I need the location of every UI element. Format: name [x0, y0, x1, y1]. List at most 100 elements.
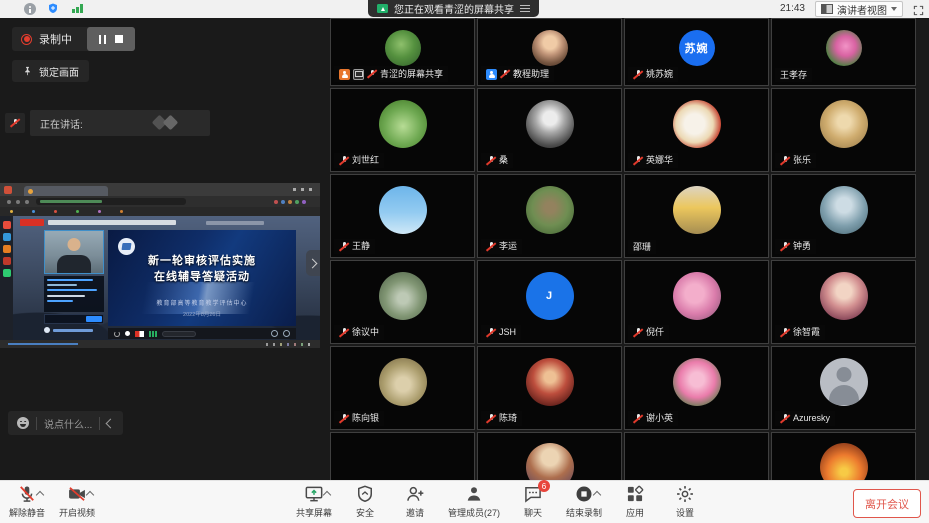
- mic-muted-icon: [339, 414, 349, 424]
- leave-meeting-button[interactable]: 离开会议: [853, 489, 921, 518]
- manage-members-button[interactable]: 管理成员(27): [445, 483, 503, 519]
- speaking-indicator: 正在讲话:: [5, 110, 210, 136]
- emoji-icon[interactable]: [17, 417, 29, 429]
- participant-tile[interactable]: 青涩的屏幕共享: [330, 18, 475, 86]
- participant-tile[interactable]: [624, 432, 769, 480]
- security-shield-icon[interactable]: [47, 2, 59, 20]
- participant-tile[interactable]: 钟勇: [771, 174, 916, 258]
- participant-tile[interactable]: 徐智霞: [771, 260, 916, 344]
- share-screen-button[interactable]: 共享屏幕: [293, 483, 335, 519]
- participant-tile[interactable]: Azuresky: [771, 346, 916, 430]
- mic-muted-icon: [486, 414, 496, 424]
- slide-subtitle: 教育部高等教育教学评估中心: [108, 298, 296, 307]
- slide-title-line1: 新一轮审核评估实施: [108, 252, 296, 268]
- invite-button[interactable]: 邀请: [395, 483, 435, 519]
- participant-tile[interactable]: 英娜华: [624, 88, 769, 172]
- lock-view-button[interactable]: 锁定画面: [12, 60, 89, 82]
- invite-icon: [405, 484, 425, 504]
- screen-share-banner[interactable]: 您正在观看青涩的屏幕共享: [368, 0, 539, 17]
- panel-expand-handle[interactable]: [306, 250, 320, 276]
- participant-tile[interactable]: 教程助理: [477, 18, 622, 86]
- settings-button[interactable]: 设置: [665, 483, 705, 519]
- stop-record-button[interactable]: 结束录制: [563, 483, 605, 519]
- participant-tile[interactable]: [477, 432, 622, 480]
- mic-muted-icon: [780, 242, 790, 252]
- menu-list-icon[interactable]: [520, 5, 530, 7]
- participant-tile[interactable]: 谢小英: [624, 346, 769, 430]
- browser-tab-bar: [0, 183, 320, 196]
- participant-name-label: 姚苏婉: [628, 67, 678, 82]
- chat-unread-badge: 6: [538, 480, 550, 492]
- recording-status-pill: 录制中: [12, 27, 135, 51]
- player-button-icon: [283, 330, 290, 337]
- participant-avatar: [673, 272, 721, 320]
- banner-text: 您正在观看青涩的屏幕共享: [394, 1, 514, 16]
- network-signal-icon[interactable]: [72, 4, 83, 13]
- top-bar: 您正在观看青涩的屏幕共享 21:43 演讲者视图: [0, 0, 929, 18]
- caret-up-icon[interactable]: [593, 491, 601, 499]
- player-button-icon: [271, 330, 278, 337]
- participant-avatar: [526, 186, 574, 234]
- participant-tile[interactable]: 陈向银: [330, 346, 475, 430]
- volume-bars-icon: [149, 331, 157, 337]
- host-badge: [339, 69, 350, 80]
- view-mode-button[interactable]: 演讲者视图: [815, 1, 903, 17]
- participant-name-label: Azuresky: [775, 411, 835, 426]
- chat-button[interactable]: 6 聊天: [513, 483, 553, 519]
- participant-name: 谢小英: [646, 414, 673, 423]
- participant-name: JSH: [499, 328, 516, 337]
- participant-name: 陈向银: [352, 414, 379, 423]
- mic-muted-icon: [486, 328, 496, 338]
- participant-tile[interactable]: 王孝存: [771, 18, 916, 86]
- record-dot-icon: [21, 34, 32, 45]
- participant-tile[interactable]: 王静: [330, 174, 475, 258]
- participant-name: 姚苏婉: [646, 70, 673, 79]
- apps-button[interactable]: 应用: [615, 483, 655, 519]
- share-screen-icon: [304, 484, 324, 504]
- participant-name-label: 张乐: [775, 153, 816, 168]
- apps-icon: [625, 484, 645, 504]
- participant-tile[interactable]: [771, 432, 916, 480]
- participant-avatar: 苏婉: [679, 30, 715, 66]
- start-video-button[interactable]: 开启视频: [56, 483, 98, 519]
- quality-icon: [135, 331, 144, 337]
- manage-members-label: 管理成员(27): [448, 506, 500, 519]
- participant-tile[interactable]: [330, 432, 475, 480]
- mic-muted-icon: [780, 414, 790, 424]
- participant-tile[interactable]: 倪仟: [624, 260, 769, 344]
- stop-recording-button[interactable]: [115, 35, 123, 43]
- participant-name: Azuresky: [793, 414, 830, 423]
- mic-muted-icon: [633, 156, 643, 166]
- participant-tile[interactable]: 刘世红: [330, 88, 475, 172]
- quick-chat-input[interactable]: 说点什么...: [8, 411, 123, 435]
- caret-up-icon[interactable]: [86, 491, 94, 499]
- participant-tile[interactable]: 徐议中: [330, 260, 475, 344]
- chat-placeholder: 说点什么...: [44, 416, 92, 431]
- participant-name: 邵珊: [633, 243, 651, 252]
- participant-tile[interactable]: 苏婉 姚苏婉: [624, 18, 769, 86]
- mic-muted-icon: [633, 328, 643, 338]
- pause-recording-button[interactable]: [99, 35, 106, 44]
- participant-tile[interactable]: 邵珊: [624, 174, 769, 258]
- info-icon[interactable]: [24, 3, 36, 15]
- participant-tile[interactable]: 张乐: [771, 88, 916, 172]
- caret-up-icon[interactable]: [36, 491, 44, 499]
- mic-muted-icon: [339, 328, 349, 338]
- participant-tile[interactable]: 桑: [477, 88, 622, 172]
- participant-avatar: [826, 30, 862, 66]
- participant-tile[interactable]: J JSH: [477, 260, 622, 344]
- participant-avatar: [526, 443, 574, 480]
- shared-screen-video[interactable]: 新一轮审核评估实施 在线辅导答疑活动 教育部高等教育教学评估中心 2022年8月…: [0, 183, 320, 348]
- invite-label: 邀请: [406, 506, 424, 519]
- participant-tile[interactable]: 陈琦: [477, 346, 622, 430]
- caret-up-icon[interactable]: [323, 491, 331, 499]
- participant-avatar: [820, 186, 868, 234]
- security-button[interactable]: 安全: [345, 483, 385, 519]
- participant-name: 教程助理: [513, 70, 549, 79]
- replay-icon: [114, 331, 120, 337]
- slide-date: 2022年8月26日: [108, 310, 296, 318]
- collapse-icon[interactable]: [106, 418, 116, 428]
- participant-tile[interactable]: 李运: [477, 174, 622, 258]
- browser-icon: [4, 186, 12, 194]
- unmute-button[interactable]: 解除静音: [6, 483, 48, 519]
